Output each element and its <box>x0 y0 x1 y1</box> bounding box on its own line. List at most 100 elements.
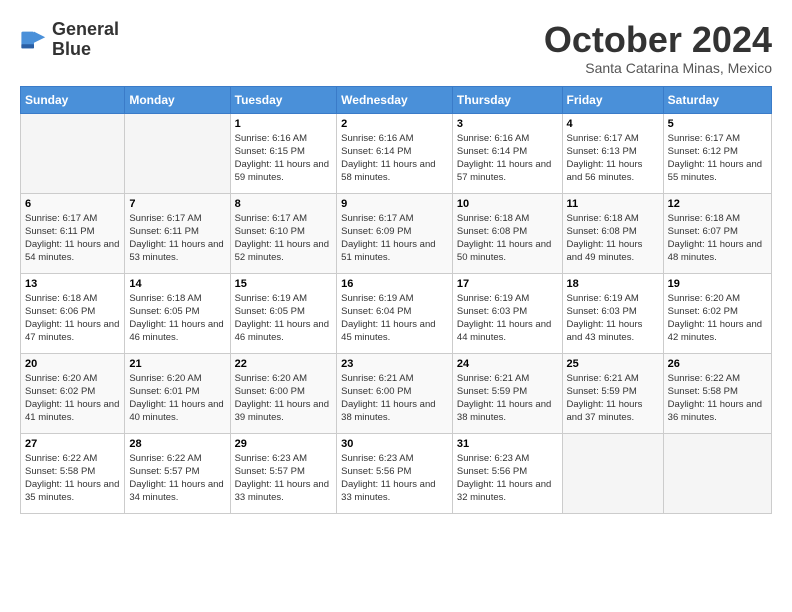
day-info: Sunrise: 6:20 AM Sunset: 6:00 PM Dayligh… <box>235 372 333 425</box>
day-info: Sunrise: 6:22 AM Sunset: 5:58 PM Dayligh… <box>25 452 120 505</box>
calendar-week-row: 20 Sunrise: 6:20 AM Sunset: 6:02 PM Dayli… <box>21 353 772 433</box>
day-number: 27 <box>25 438 120 450</box>
weekday-header: Friday <box>562 86 663 113</box>
day-number: 23 <box>341 358 448 370</box>
calendar-cell: 19Sunrise: 6:20 AM Sunset: 6:02 PM Dayli… <box>663 273 771 353</box>
calendar-cell: 28 Sunrise: 6:22 AM Sunset: 5:57 PM Dayli… <box>125 433 230 513</box>
calendar-cell <box>125 113 230 193</box>
weekday-header: Saturday <box>663 86 771 113</box>
day-number: 1 <box>235 118 333 130</box>
day-number: 10 <box>457 198 558 210</box>
day-number: 5 <box>668 118 767 130</box>
calendar-cell: 5 Sunrise: 6:17 AM Sunset: 6:12 PM Daylig… <box>663 113 771 193</box>
calendar-cell: 23 Sunrise: 6:21 AM Sunset: 6:00 PM Dayli… <box>337 353 453 433</box>
day-number: 13 <box>25 278 120 290</box>
calendar-cell <box>562 433 663 513</box>
day-number: 21 <box>129 358 225 370</box>
day-info: Sunrise: 6:16 AM Sunset: 6:14 PM Dayligh… <box>341 132 448 185</box>
day-number: 25 <box>567 358 659 370</box>
day-number: 3 <box>457 118 558 130</box>
day-number: 8 <box>235 198 333 210</box>
day-info: Sunrise: 6:18 AM Sunset: 6:08 PM Dayligh… <box>567 212 659 265</box>
calendar-cell: 3 Sunrise: 6:16 AM Sunset: 6:14 PM Daylig… <box>452 113 562 193</box>
day-info: Sunrise: 6:18 AM Sunset: 6:08 PM Dayligh… <box>457 212 558 265</box>
day-info: Sunrise: 6:17 AM Sunset: 6:12 PM Dayligh… <box>668 132 767 185</box>
day-number: 15 <box>235 278 333 290</box>
calendar-cell: 13 Sunrise: 6:18 AM Sunset: 6:06 PM Dayli… <box>21 273 125 353</box>
calendar-cell: 4 Sunrise: 6:17 AM Sunset: 6:13 PM Daylig… <box>562 113 663 193</box>
calendar-cell <box>663 433 771 513</box>
day-number: 14 <box>129 278 225 290</box>
calendar-cell: 21 Sunrise: 6:20 AM Sunset: 6:01 PM Dayli… <box>125 353 230 433</box>
weekday-header: Wednesday <box>337 86 453 113</box>
calendar-cell: 16 Sunrise: 6:19 AM Sunset: 6:04 PM Dayli… <box>337 273 453 353</box>
day-info: Sunrise: 6:22 AM Sunset: 5:58 PM Dayligh… <box>668 372 767 425</box>
calendar-cell: 25 Sunrise: 6:21 AM Sunset: 5:59 PM Dayli… <box>562 353 663 433</box>
calendar-week-row: 13 Sunrise: 6:18 AM Sunset: 6:06 PM Dayli… <box>21 273 772 353</box>
day-number: 7 <box>129 198 225 210</box>
day-info: Sunrise: 6:23 AM Sunset: 5:56 PM Dayligh… <box>457 452 558 505</box>
logo: General Blue <box>20 20 119 60</box>
calendar-cell: 8 Sunrise: 6:17 AM Sunset: 6:10 PM Daylig… <box>230 193 337 273</box>
day-number: 22 <box>235 358 333 370</box>
day-info: Sunrise: 6:19 AM Sunset: 6:04 PM Dayligh… <box>341 292 448 345</box>
day-info: Sunrise: 6:23 AM Sunset: 5:57 PM Dayligh… <box>235 452 333 505</box>
day-number: 12 <box>668 198 767 210</box>
calendar-cell: 26 Sunrise: 6:22 AM Sunset: 5:58 PM Dayli… <box>663 353 771 433</box>
day-number: 30 <box>341 438 448 450</box>
calendar-cell <box>21 113 125 193</box>
day-info: Sunrise: 6:21 AM Sunset: 5:59 PM Dayligh… <box>567 372 659 425</box>
day-number: 26 <box>668 358 767 370</box>
day-number: 28 <box>129 438 225 450</box>
calendar-cell: 17Sunrise: 6:19 AM Sunset: 6:03 PM Dayli… <box>452 273 562 353</box>
calendar-week-row: 27 Sunrise: 6:22 AM Sunset: 5:58 PM Dayli… <box>21 433 772 513</box>
day-info: Sunrise: 6:17 AM Sunset: 6:09 PM Dayligh… <box>341 212 448 265</box>
title-block: October 2024 Santa Catarina Minas, Mexic… <box>544 20 772 76</box>
calendar-cell: 30Sunrise: 6:23 AM Sunset: 5:56 PM Dayli… <box>337 433 453 513</box>
day-number: 4 <box>567 118 659 130</box>
day-info: Sunrise: 6:17 AM Sunset: 6:13 PM Dayligh… <box>567 132 659 185</box>
day-info: Sunrise: 6:20 AM Sunset: 6:01 PM Dayligh… <box>129 372 225 425</box>
calendar-cell: 29 Sunrise: 6:23 AM Sunset: 5:57 PM Dayli… <box>230 433 337 513</box>
day-info: Sunrise: 6:22 AM Sunset: 5:57 PM Dayligh… <box>129 452 225 505</box>
day-info: Sunrise: 6:18 AM Sunset: 6:06 PM Dayligh… <box>25 292 120 345</box>
day-number: 29 <box>235 438 333 450</box>
day-number: 6 <box>25 198 120 210</box>
calendar-cell: 22 Sunrise: 6:20 AM Sunset: 6:00 PM Dayli… <box>230 353 337 433</box>
day-info: Sunrise: 6:16 AM Sunset: 6:14 PM Dayligh… <box>457 132 558 185</box>
day-info: Sunrise: 6:20 AM Sunset: 6:02 PM Dayligh… <box>25 372 120 425</box>
month-title: October 2024 <box>544 20 772 60</box>
day-info: Sunrise: 6:20 AM Sunset: 6:02 PM Dayligh… <box>668 292 767 345</box>
calendar-cell: 9 Sunrise: 6:17 AM Sunset: 6:09 PM Daylig… <box>337 193 453 273</box>
calendar-cell: 14 Sunrise: 6:18 AM Sunset: 6:05 PM Dayli… <box>125 273 230 353</box>
day-number: 16 <box>341 278 448 290</box>
day-number: 31 <box>457 438 558 450</box>
calendar-cell: 24 Sunrise: 6:21 AM Sunset: 5:59 PM Dayli… <box>452 353 562 433</box>
location-subtitle: Santa Catarina Minas, Mexico <box>544 60 772 76</box>
day-number: 2 <box>341 118 448 130</box>
calendar-cell: 2 Sunrise: 6:16 AM Sunset: 6:14 PM Daylig… <box>337 113 453 193</box>
calendar-week-row: 1Sunrise: 6:16 AM Sunset: 6:15 PM Daylig… <box>21 113 772 193</box>
day-number: 11 <box>567 198 659 210</box>
calendar-cell: 15Sunrise: 6:19 AM Sunset: 6:05 PM Dayli… <box>230 273 337 353</box>
logo-icon <box>20 26 48 54</box>
day-info: Sunrise: 6:18 AM Sunset: 6:05 PM Dayligh… <box>129 292 225 345</box>
day-number: 9 <box>341 198 448 210</box>
day-info: Sunrise: 6:18 AM Sunset: 6:07 PM Dayligh… <box>668 212 767 265</box>
weekday-header: Sunday <box>21 86 125 113</box>
day-number: 18 <box>567 278 659 290</box>
weekday-header: Tuesday <box>230 86 337 113</box>
day-number: 17 <box>457 278 558 290</box>
day-info: Sunrise: 6:21 AM Sunset: 6:00 PM Dayligh… <box>341 372 448 425</box>
calendar-cell: 27 Sunrise: 6:22 AM Sunset: 5:58 PM Dayli… <box>21 433 125 513</box>
day-number: 20 <box>25 358 120 370</box>
calendar-cell: 7Sunrise: 6:17 AM Sunset: 6:11 PM Daylig… <box>125 193 230 273</box>
weekday-header-row: SundayMondayTuesdayWednesdayThursdayFrid… <box>21 86 772 113</box>
calendar-cell: 18Sunrise: 6:19 AM Sunset: 6:03 PM Dayli… <box>562 273 663 353</box>
day-number: 24 <box>457 358 558 370</box>
page-header: General Blue October 2024 Santa Catarina… <box>20 20 772 76</box>
day-info: Sunrise: 6:21 AM Sunset: 5:59 PM Dayligh… <box>457 372 558 425</box>
calendar-cell: 12 Sunrise: 6:18 AM Sunset: 6:07 PM Dayli… <box>663 193 771 273</box>
calendar-cell: 1Sunrise: 6:16 AM Sunset: 6:15 PM Daylig… <box>230 113 337 193</box>
day-info: Sunrise: 6:17 AM Sunset: 6:10 PM Dayligh… <box>235 212 333 265</box>
